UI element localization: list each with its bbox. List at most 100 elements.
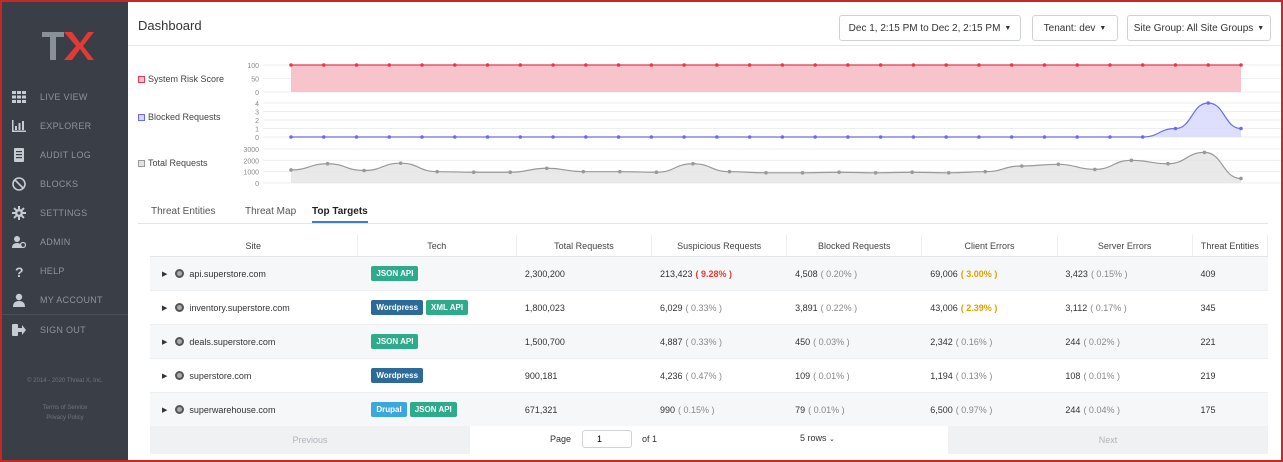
suspicious-requests-cell: 990( 0.15% ) (652, 393, 787, 426)
tab-threat-map[interactable]: Threat Map (245, 206, 296, 217)
chevron-down-icon: ⌄ (829, 436, 835, 443)
expand-row-icon[interactable]: ▶ (162, 270, 167, 278)
expand-row-icon[interactable]: ▶ (162, 304, 167, 312)
blocked-requests-legend[interactable]: Blocked Requests (138, 112, 221, 122)
terms-link[interactable]: Terms of Service (2, 403, 128, 413)
sidebar-item-label: EXPLORER (40, 120, 92, 131)
data-point (846, 135, 850, 139)
total-legend-label: Total Requests (148, 158, 208, 168)
sidebar-item-sign-out[interactable]: SIGN OUT (2, 315, 128, 344)
threat-entities-value: 221 (1200, 336, 1216, 347)
sidebar-nav: LIVE VIEW EXPLORER AUDIT LOG BLOCKS SETTINGS… (2, 82, 128, 344)
column-header-threat-entities[interactable]: Threat Entities (1193, 235, 1269, 256)
data-point (911, 63, 916, 67)
data-point (873, 171, 878, 175)
column-header-total-requests[interactable]: Total Requests (517, 235, 653, 256)
caret-down-icon: ▼ (1257, 24, 1265, 32)
site-group-dropdown[interactable]: Site Group: All Site Groups ▼ (1127, 15, 1271, 41)
sidebar-item-live-view[interactable]: LIVE VIEW (2, 82, 128, 111)
table-row[interactable]: ▶ superstore.com Wordpress 900,181 4,236( 0.… (150, 359, 1268, 393)
table-row[interactable]: ▶ deals.superstore.com JSON API 1,500,700 4,… (150, 325, 1268, 359)
sidebar-item-settings[interactable]: SETTINGS (2, 198, 128, 227)
tenant-dropdown[interactable]: Tenant: dev ▼ (1032, 15, 1118, 41)
data-point (485, 63, 490, 67)
expand-row-icon[interactable]: ▶ (162, 338, 167, 346)
risk-legend-label: System Risk Score (148, 74, 225, 84)
data-point (682, 63, 686, 67)
data-point (452, 63, 457, 67)
risk-score-legend[interactable]: System Risk Score (138, 74, 224, 84)
suspicious-value: 6,029 (659, 302, 683, 313)
threat-entities-cell: 345 (1193, 291, 1268, 324)
blocked-percent: ( 0.03% ) (813, 336, 850, 347)
footer-links: Terms of Service Privacy Policy (2, 403, 128, 423)
site-name: api.superstore.com (189, 268, 266, 279)
total-requests-cell: 2,300,200 (517, 257, 652, 290)
sidebar-item-admin[interactable]: ADMIN (2, 227, 128, 256)
column-header-blocked-requests[interactable]: Blocked Requests (787, 235, 923, 256)
svg-text:?: ? (15, 264, 24, 278)
page-number-input[interactable] (582, 430, 632, 448)
column-header-suspicious-requests[interactable]: Suspicious Requests (652, 235, 788, 256)
sidebar-item-help[interactable]: ? HELP (2, 256, 128, 285)
column-header-server-errors[interactable]: Server Errors (1058, 235, 1193, 256)
data-point (289, 135, 293, 139)
sidebar-item-label: SETTINGS (40, 207, 88, 218)
sidebar-item-my-account[interactable]: MY ACCOUNT (2, 285, 128, 314)
expand-row-icon[interactable]: ▶ (162, 372, 167, 380)
blocked-requests-cell: 4,508( 0.20% ) (787, 257, 922, 290)
sidebar: LIVE VIEW EXPLORER AUDIT LOG BLOCKS SETTINGS… (2, 2, 128, 460)
blocked-value: 79 (795, 404, 806, 415)
data-point (1239, 176, 1243, 181)
blocked-percent: ( 0.22% ) (820, 302, 858, 313)
column-header-site[interactable]: Site (150, 235, 358, 256)
total-requests-legend[interactable]: Total Requests (138, 158, 208, 168)
privacy-link[interactable]: Privacy Policy (2, 413, 128, 423)
table-body: ▶ api.superstore.com JSON API 2,300,200 213,… (150, 257, 1268, 427)
date-range-dropdown[interactable]: Dec 1, 2:15 PM to Dec 2, 2:15 PM ▼ (839, 15, 1021, 41)
suspicious-requests-cell: 6,029( 0.33% ) (652, 291, 787, 324)
expand-row-icon[interactable]: ▶ (162, 406, 167, 414)
next-button[interactable]: Next (948, 426, 1268, 454)
previous-button[interactable]: Previous (150, 426, 470, 454)
data-point (1009, 63, 1014, 67)
tab-threat-entities[interactable]: Threat Entities (151, 206, 215, 217)
data-point (747, 135, 752, 139)
data-point (518, 135, 523, 139)
column-header-client-errors[interactable]: Client Errors (922, 235, 1058, 256)
y-tick-label: 0 (255, 90, 259, 97)
tech-cell: Wordpress XML API (357, 291, 516, 324)
data-point (747, 63, 752, 67)
admin-users-icon (12, 235, 26, 249)
client-errors-percent: ( 0.13% ) (955, 370, 993, 381)
tab-top-targets[interactable]: Top Targets (312, 206, 368, 223)
tech-badge: JSON API (371, 334, 419, 349)
data-point (1093, 167, 1097, 172)
sidebar-item-audit-log[interactable]: AUDIT LOG (2, 140, 128, 169)
y-tick-label: 4 (255, 101, 259, 108)
threatx-logo (42, 32, 94, 60)
rows-per-page-select[interactable]: 5 rows ⌄ (800, 433, 835, 443)
data-point (584, 63, 588, 67)
data-point (837, 170, 841, 175)
threat-entities-value: 175 (1200, 404, 1216, 415)
column-header-tech[interactable]: Tech (358, 235, 517, 256)
total-requests-cell: 671,321 (517, 393, 652, 426)
tab-bar: Threat Entities Threat Map Top Targets (138, 202, 1268, 224)
sidebar-item-explorer[interactable]: EXPLORER (2, 111, 128, 140)
site-cell: ▶ api.superstore.com (150, 257, 357, 290)
sidebar-item-blocks[interactable]: BLOCKS (2, 169, 128, 198)
suspicious-value: 4,887 (659, 336, 683, 347)
y-tick-label: 3000 (243, 147, 259, 154)
total-requests-value: 1,800,023 (524, 302, 565, 313)
table-row[interactable]: ▶ superwarehouse.com Drupal JSON API 671,321… (150, 393, 1268, 427)
suspicious-requests-cell: 213,423( 9.28% ) (652, 257, 787, 290)
data-point (420, 63, 424, 67)
table-row[interactable]: ▶ api.superstore.com JSON API 2,300,200 213,… (150, 257, 1268, 291)
series-area (291, 152, 1241, 183)
sidebar-item-label: BLOCKS (40, 178, 79, 189)
data-point (1202, 150, 1207, 155)
table-row[interactable]: ▶ inventory.superstore.com Wordpress XML AP… (150, 291, 1268, 325)
caret-down-icon: ▼ (1099, 24, 1107, 32)
client-errors-cell: 1,194( 0.13% ) (922, 359, 1057, 392)
